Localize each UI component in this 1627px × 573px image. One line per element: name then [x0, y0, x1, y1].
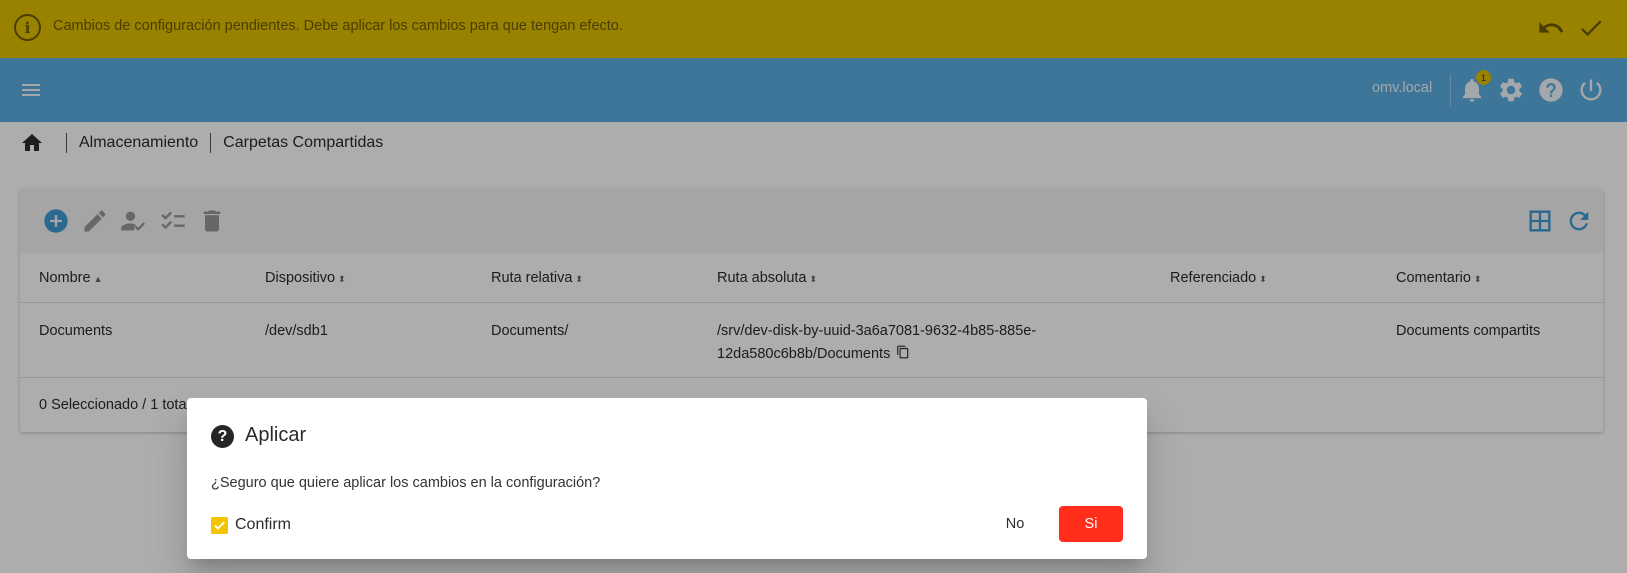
confirm-checkbox[interactable] — [211, 517, 228, 534]
no-button[interactable]: No — [984, 506, 1046, 542]
dialog-message: ¿Seguro que quiere aplicar los cambios e… — [211, 475, 601, 491]
apply-dialog: ? Aplicar ¿Seguro que quiere aplicar los… — [187, 398, 1147, 559]
question-circle-icon: ? — [211, 425, 234, 448]
yes-button[interactable]: Si — [1059, 506, 1123, 542]
checkmark-icon — [214, 521, 225, 530]
confirm-label[interactable]: Confirm — [235, 516, 291, 534]
dialog-title: Aplicar — [245, 424, 307, 446]
